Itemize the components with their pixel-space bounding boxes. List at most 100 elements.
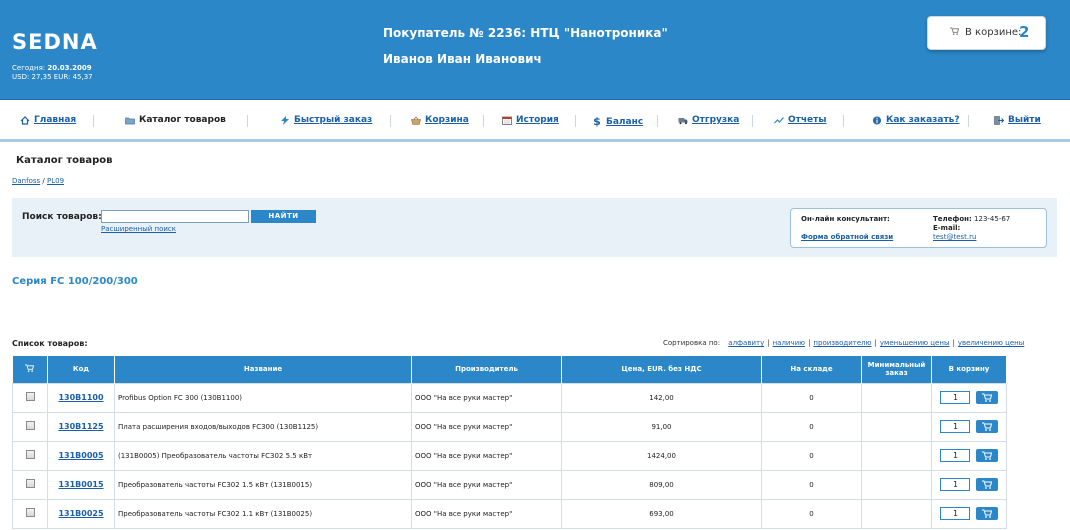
column-header-price[interactable]: Цена, EUR. без НДС xyxy=(561,356,762,383)
quantity-input[interactable]: 1 xyxy=(940,391,970,404)
nav-item-shipment[interactable]: Отгрузка xyxy=(678,115,739,125)
table-row: 131B0025 Преобразователь частоты FC302 1… xyxy=(12,498,1007,529)
nav-item-how-to-order[interactable]: Как заказать? xyxy=(872,115,960,125)
quantity-input[interactable]: 1 xyxy=(940,507,970,520)
product-name: Преобразователь частоты FC302 1.5 кВт (1… xyxy=(114,469,412,500)
column-header-to-cart[interactable]: В корзину xyxy=(931,356,1007,383)
search-button[interactable]: НАЙТИ xyxy=(251,210,316,223)
row-checkbox-cell xyxy=(12,498,48,529)
nav-item-logout[interactable]: Выйти xyxy=(994,115,1041,125)
search-input[interactable] xyxy=(101,210,249,223)
sort-label: Сортировка по: xyxy=(663,339,721,347)
table-row: 130B1100 Profibus Option FC 300 (130B110… xyxy=(12,382,1007,413)
nav-item-quick-order[interactable]: Быстрый заказ xyxy=(280,115,372,125)
code-cell: 131B0005 xyxy=(47,440,115,471)
nav-label: Отчеты xyxy=(788,115,827,125)
add-to-cart-button[interactable] xyxy=(976,478,998,491)
column-header-stock[interactable]: На складе xyxy=(761,356,862,383)
breadcrumb-link[interactable]: PL09 xyxy=(47,177,64,185)
home-icon xyxy=(20,115,30,125)
nav-item-reports[interactable]: Отчеты xyxy=(774,115,827,125)
advanced-search-link[interactable]: Расширенный поиск xyxy=(101,225,176,233)
logo[interactable]: SEDNA xyxy=(12,30,98,54)
nav-item-home[interactable]: Главная xyxy=(20,115,76,125)
add-to-cart-button[interactable] xyxy=(976,449,998,462)
add-to-cart-cell: 1 xyxy=(931,382,1007,413)
nav-divider xyxy=(843,115,844,127)
email-link[interactable]: test@test.ru xyxy=(933,233,976,241)
cart-summary[interactable]: В корзине: 2 xyxy=(927,16,1046,50)
feedback-form-link[interactable]: Форма обратной связи xyxy=(801,233,893,241)
row-checkbox[interactable] xyxy=(25,508,35,517)
product-code-link[interactable]: 130B1100 xyxy=(58,393,103,402)
breadcrumb: Danfoss / PL09 xyxy=(12,177,64,185)
quantity-input[interactable]: 1 xyxy=(940,478,970,491)
add-to-cart-button[interactable] xyxy=(976,507,998,520)
column-header-maker[interactable]: Производитель xyxy=(411,356,562,383)
nav-label: Баланс xyxy=(606,116,644,127)
row-checkbox[interactable] xyxy=(25,392,35,401)
nav-label: История xyxy=(516,115,559,125)
product-code-link[interactable]: 131B0005 xyxy=(58,451,103,460)
cart-icon xyxy=(982,422,992,431)
column-header-min-order[interactable]: Минимальный заказ xyxy=(861,356,932,383)
row-checkbox[interactable] xyxy=(25,450,35,459)
add-to-cart-button[interactable] xyxy=(976,420,998,433)
row-checkbox-cell xyxy=(12,411,48,442)
add-to-cart-cell: 1 xyxy=(931,469,1007,500)
nav-divider xyxy=(390,115,391,127)
product-maker: ООО "На все руки мастер" xyxy=(411,469,562,500)
product-stock: 0 xyxy=(761,440,862,471)
phone-value: 123-45-67 xyxy=(974,215,1011,223)
truck-icon xyxy=(678,117,688,124)
buyer-person: Иванов Иван Иванович xyxy=(383,52,542,66)
select-all-header[interactable] xyxy=(12,356,48,383)
add-to-cart-button[interactable] xyxy=(976,391,998,404)
chart-icon xyxy=(774,116,784,123)
currency-rates: USD: 27,35 EUR: 45,37 xyxy=(12,73,93,81)
nav-label: Как заказать? xyxy=(886,115,960,125)
nav-label: Выйти xyxy=(1008,115,1041,125)
column-header-code[interactable]: Код xyxy=(47,356,115,383)
quantity-input[interactable]: 1 xyxy=(940,420,970,433)
product-name: Плата расширения входов/выходов FC300 (1… xyxy=(114,411,412,442)
add-to-cart-cell: 1 xyxy=(931,411,1007,442)
cart-icon xyxy=(982,451,992,460)
cart-icon xyxy=(25,364,35,373)
row-checkbox[interactable] xyxy=(25,421,35,430)
product-code-link[interactable]: 130B1125 xyxy=(58,422,103,431)
code-cell: 131B0015 xyxy=(47,469,115,500)
product-price: 142,00 xyxy=(561,382,762,413)
product-min-order xyxy=(861,411,932,442)
sort-alphabet[interactable]: алфавиту xyxy=(728,339,764,347)
product-code-link[interactable]: 131B0015 xyxy=(58,480,103,489)
code-cell: 130B1125 xyxy=(47,411,115,442)
nav-item-history[interactable]: История xyxy=(502,115,559,125)
sort-price-desc[interactable]: уменьшению цены xyxy=(880,339,950,347)
search-panel: Поиск товаров: НАЙТИ Расширенный поиск О… xyxy=(12,198,1057,257)
row-checkbox[interactable] xyxy=(25,479,35,488)
nav-label: Каталог товаров xyxy=(139,115,226,125)
quantity-input[interactable]: 1 xyxy=(940,449,970,462)
breadcrumb-link[interactable]: Danfoss xyxy=(12,177,40,185)
nav-label: Корзина xyxy=(425,115,469,125)
nav-item-basket[interactable]: Корзина xyxy=(411,115,469,125)
product-code-link[interactable]: 131B0025 xyxy=(58,509,103,518)
product-min-order xyxy=(861,498,932,529)
buyer-title: Покупатель № 2236: НТЦ "Нанотроника" xyxy=(383,26,668,40)
product-min-order xyxy=(861,469,932,500)
nav-divider xyxy=(247,115,248,127)
cart-label: В корзине: xyxy=(965,27,1022,38)
table-row: 131B0005 (131B0005) Преобразователь част… xyxy=(12,440,1007,471)
header-bar: SEDNA Сегодня: 20.03.2009 USD: 27,35 EUR… xyxy=(0,0,1070,100)
sort-price-asc[interactable]: увеличению цены xyxy=(958,339,1024,347)
code-cell: 130B1100 xyxy=(47,382,115,413)
sort-stock[interactable]: наличию xyxy=(773,339,805,347)
add-to-cart-cell: 1 xyxy=(931,498,1007,529)
nav-item-balance[interactable]: $ Баланс xyxy=(592,115,643,128)
nav-divider xyxy=(657,115,658,127)
nav-divider xyxy=(93,115,94,127)
column-header-name[interactable]: Название xyxy=(114,356,412,383)
nav-item-catalog[interactable]: Каталог товаров xyxy=(125,115,226,125)
sort-maker[interactable]: производителю xyxy=(813,339,871,347)
